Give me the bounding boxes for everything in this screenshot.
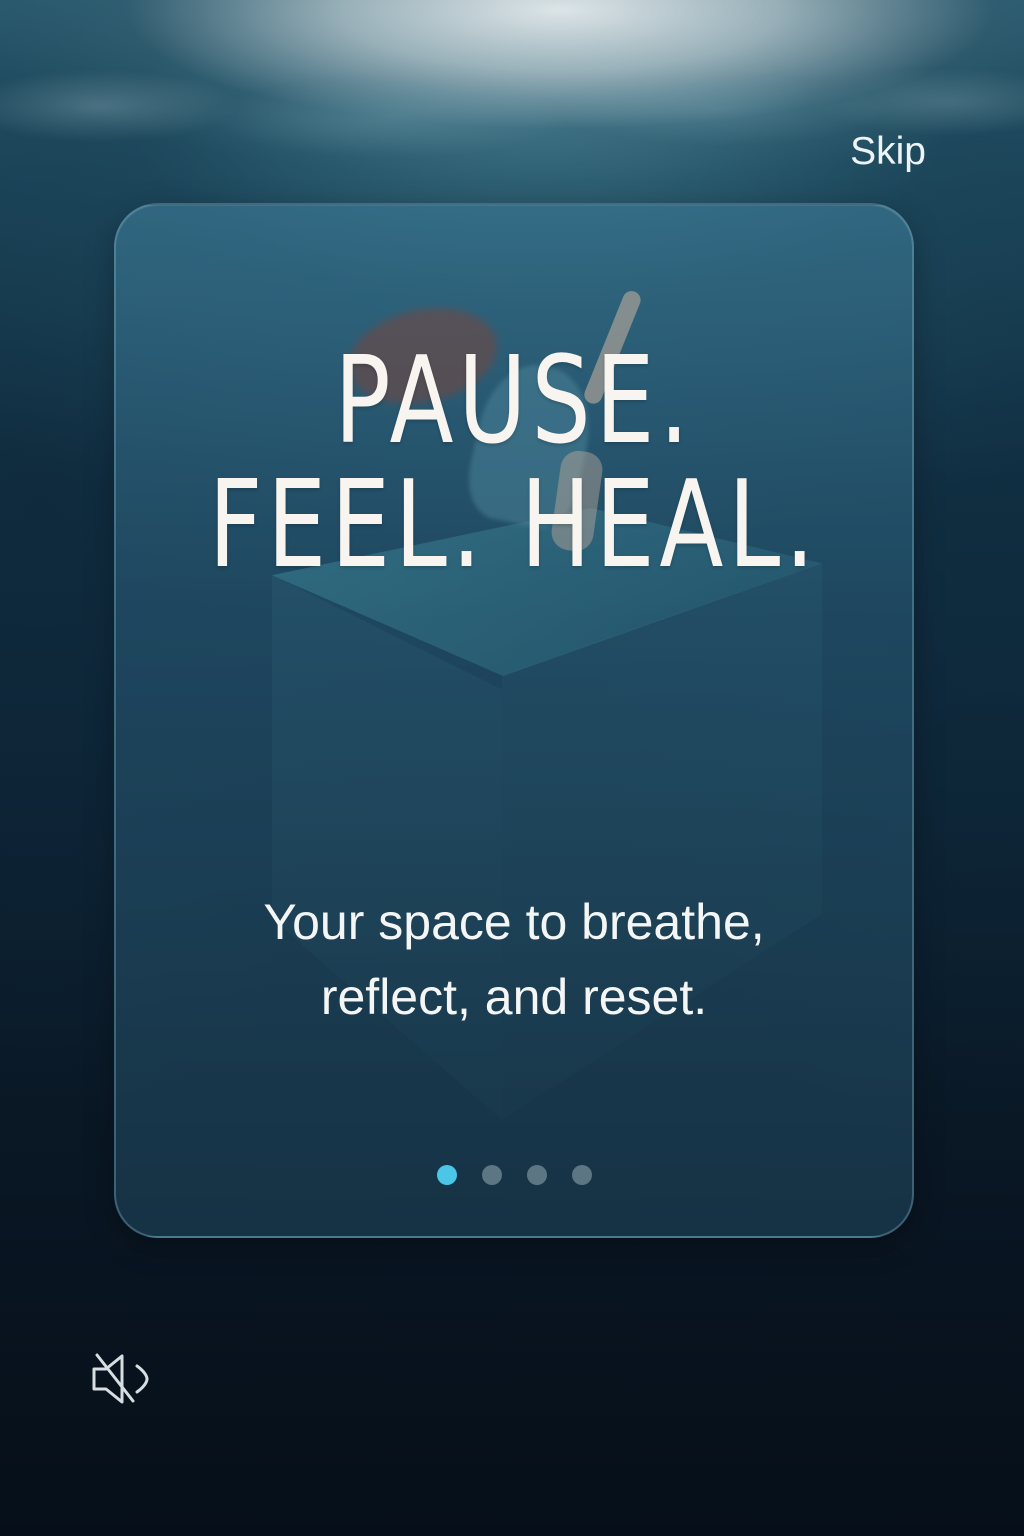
page-dot-3[interactable] bbox=[526, 1165, 547, 1185]
ocean-surface-background bbox=[0, 48, 1024, 198]
subtitle-line-1: Your space to breathe, bbox=[263, 894, 765, 950]
subtitle-line-2: reflect, and reset. bbox=[320, 969, 708, 1025]
skip-button[interactable]: Skip bbox=[850, 132, 926, 171]
onboarding-screen: Skip Pause. Feel. Heal. Your space to br… bbox=[0, 0, 1024, 1536]
mute-toggle-button[interactable] bbox=[89, 1347, 159, 1411]
hero-subtitle: Your space to breathe, reflect, and rese… bbox=[186, 885, 842, 1035]
onboarding-card: Pause. Feel. Heal. Your space to breathe… bbox=[114, 203, 914, 1238]
headline-line-1: Pause. bbox=[334, 332, 694, 471]
speaker-muted-icon bbox=[92, 1353, 149, 1404]
page-dot-2[interactable] bbox=[481, 1165, 502, 1185]
page-indicator bbox=[116, 1165, 912, 1185]
page-dot-1[interactable] bbox=[436, 1165, 457, 1185]
headline-line-2: Feel. Heal. bbox=[208, 455, 820, 595]
hero-headline: Pause. Feel. Heal. bbox=[116, 340, 912, 587]
page-dot-4[interactable] bbox=[571, 1165, 592, 1185]
card-content: Pause. Feel. Heal. Your space to breathe… bbox=[116, 205, 912, 1236]
